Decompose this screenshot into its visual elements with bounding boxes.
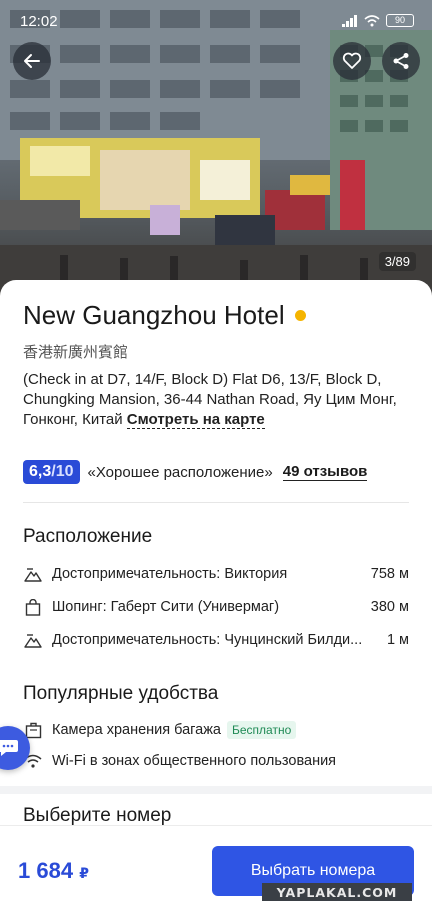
hotel-photo-illustration — [0, 0, 432, 300]
share-button[interactable] — [382, 42, 420, 80]
hotel-local-name: 香港新廣州賓館 — [23, 343, 129, 361]
location-item[interactable]: Достопримечательность: Виктория 758 м — [23, 563, 409, 585]
battery-icon: 90 — [386, 14, 414, 27]
location-item-name: Достопримечательность: Чунцинский Билди.… — [52, 632, 363, 648]
signal-icon — [342, 14, 357, 27]
location-item-distance: 1 м — [386, 632, 409, 648]
location-item-name: Шопинг: Габерт Сити (Универмаг) — [52, 599, 280, 615]
back-button[interactable] — [13, 42, 51, 80]
location-section-title: Расположение — [23, 526, 153, 547]
hotel-photo[interactable] — [0, 0, 432, 300]
hotel-details-sheet: New Guangzhou Hotel 香港新廣州賓館 (Check in at… — [0, 280, 432, 825]
share-icon — [393, 53, 409, 69]
price-currency: ₽ — [79, 865, 89, 881]
amenity-item: Wi-Fi в зонах общественного пользования — [23, 751, 336, 771]
heart-icon — [342, 52, 362, 69]
shopping-bag-icon — [23, 597, 43, 617]
hotel-title: New Guangzhou Hotel — [23, 300, 306, 331]
price: 1 684 ₽ — [18, 858, 89, 884]
rating-out-of: /10 — [51, 463, 74, 480]
hotel-name: New Guangzhou Hotel — [23, 300, 285, 330]
status-bar: 12:02 90 — [0, 0, 432, 44]
rating-row: 6,3/10 «Хорошее расположение» 49 отзывов — [23, 460, 368, 484]
landmark-icon — [23, 630, 43, 650]
status-time: 12:02 — [20, 13, 58, 30]
rating-dot-icon — [294, 310, 306, 321]
booking-bar: 1 684 ₽ Выбрать номера YAPLAKAL.COM — [0, 825, 432, 921]
favorite-button[interactable] — [333, 42, 371, 80]
amenity-name: Wi-Fi в зонах общественного пользования — [52, 753, 337, 769]
wifi-status-icon — [364, 14, 380, 26]
price-amount: 1 684 — [18, 858, 74, 883]
section-separator — [0, 786, 432, 794]
rating-score-badge: 6,3/10 — [23, 460, 80, 484]
view-on-map-link[interactable]: Смотреть на карте — [126, 411, 265, 429]
divider — [23, 502, 409, 503]
location-item[interactable]: Шопинг: Габерт Сити (Универмаг) 380 м — [23, 596, 409, 618]
choose-room-title: Выберите номер — [23, 805, 172, 825]
reviews-link[interactable]: 49 отзывов — [282, 463, 368, 481]
status-icons: 90 — [342, 14, 414, 27]
photo-counter: 3/89 — [378, 252, 416, 271]
hotel-address-block: (Check in at D7, 14/F, Block D) Flat D6,… — [23, 370, 413, 430]
watermark: YAPLAKAL.COM — [262, 883, 412, 901]
location-item-distance: 758 м — [370, 566, 409, 582]
location-item-name: Достопримечательность: Виктория — [52, 566, 288, 582]
arrow-left-icon — [24, 54, 40, 68]
free-badge: Бесплатно — [226, 721, 297, 739]
amenities-section-title: Популярные удобства — [23, 683, 219, 704]
amenity-name: Камера хранения багажа — [52, 722, 221, 738]
landmark-icon — [23, 564, 43, 584]
rating-label: «Хорошее расположение» — [87, 463, 273, 481]
location-item-distance: 380 м — [370, 599, 409, 615]
rating-score: 6,3 — [29, 463, 52, 480]
location-item[interactable]: Достопримечательность: Чунцинский Билди.… — [23, 629, 409, 651]
chat-icon — [0, 740, 18, 756]
amenity-item: Камера хранения багажа Бесплатно — [23, 720, 297, 740]
